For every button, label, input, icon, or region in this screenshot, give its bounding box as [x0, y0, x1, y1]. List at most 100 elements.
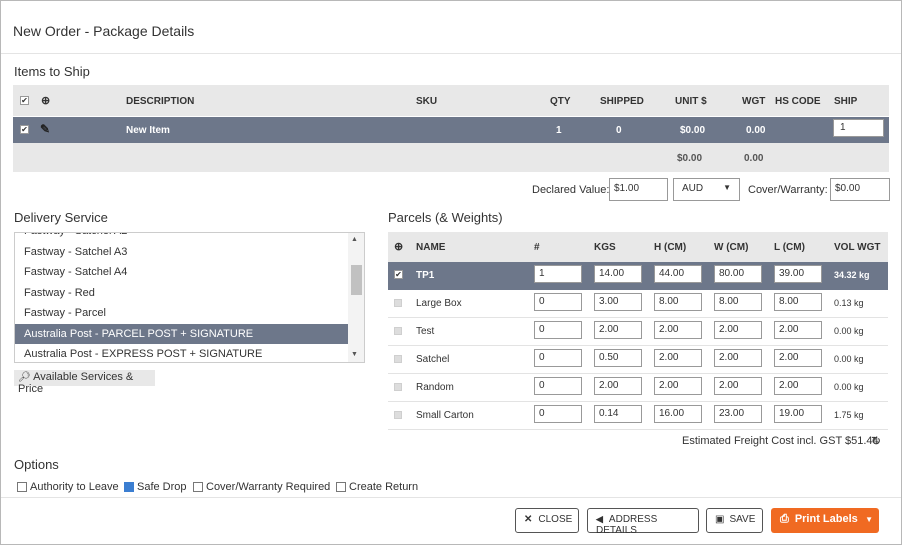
edit-pencil-icon[interactable]: ✎ — [40, 122, 50, 136]
service-list-scrollbar[interactable]: ▲ ▼ — [348, 233, 364, 362]
parcel-height-input[interactable]: 2.00 — [654, 321, 702, 339]
parcel-kgs-input[interactable]: 2.00 — [594, 377, 642, 395]
parcel-row[interactable]: Random 0 2.00 2.00 2.00 2.00 0.00 kg — [388, 374, 888, 402]
authority-to-leave-checkbox[interactable] — [17, 482, 27, 492]
print-labels-label: Print Labels — [794, 513, 858, 525]
parcel-row[interactable]: Test 0 2.00 2.00 2.00 2.00 0.00 kg — [388, 318, 888, 346]
service-option[interactable]: Fastway - Satchel A3 — [15, 242, 348, 262]
service-option-selected[interactable]: Australia Post - PARCEL POST + SIGNATURE — [15, 324, 348, 344]
delivery-section-title: Delivery Service — [14, 210, 108, 225]
parcel-height-input[interactable]: 16.00 — [654, 405, 702, 423]
cover-warranty-input[interactable]: $0.00 — [830, 178, 890, 201]
available-services-button[interactable]: 🔎︎ Available Services & Price — [14, 370, 155, 395]
parcel-checkbox[interactable] — [394, 355, 402, 363]
cover-warranty-required-checkbox[interactable] — [193, 482, 203, 492]
scroll-down-icon[interactable]: ▼ — [351, 351, 358, 358]
item-row[interactable]: ✔ ✎ New Item 1 0 $0.00 0.00 1 — [13, 117, 889, 143]
safe-drop-checkbox[interactable] — [124, 482, 134, 492]
parcel-length-input[interactable]: 2.00 — [774, 377, 822, 395]
parcel-kgs-input[interactable]: 14.00 — [594, 265, 642, 283]
parcel-checkbox[interactable] — [394, 411, 402, 419]
authority-to-leave-label: Authority to Leave — [30, 481, 119, 493]
address-details-label: ADDRESS DETAILS — [596, 514, 658, 536]
create-return-checkbox[interactable] — [336, 482, 346, 492]
parcel-length-input[interactable]: 2.00 — [774, 321, 822, 339]
declared-value-input[interactable]: $1.00 — [609, 178, 668, 201]
parcel-count-input[interactable]: 0 — [534, 321, 582, 339]
parcel-count-input[interactable]: 0 — [534, 377, 582, 395]
chevron-down-icon[interactable]: ▼ — [865, 515, 873, 524]
parcels-table-header: ⊕ NAME # KGS H (CM) W (CM) L (CM) VOL WG… — [388, 232, 888, 262]
parcel-row[interactable]: Large Box 0 3.00 8.00 8.00 8.00 0.13 kg — [388, 290, 888, 318]
parcel-vol-weight: 0.00 kg — [834, 382, 864, 392]
parcel-kgs-input[interactable]: 2.00 — [594, 321, 642, 339]
service-option[interactable]: Australia Post - EXPRESS POST + SIGNATUR… — [15, 344, 348, 362]
parcel-length-input[interactable]: 2.00 — [774, 349, 822, 367]
estimated-freight-cost: Estimated Freight Cost incl. GST $51.44 — [682, 435, 879, 447]
parcel-height-input[interactable]: 2.00 — [654, 377, 702, 395]
item-unit-price: $0.00 — [680, 125, 706, 136]
print-labels-button[interactable]: ⎙ Print Labels ▼ — [771, 508, 879, 533]
col-name: NAME — [416, 242, 446, 253]
add-item-icon[interactable]: ⊕ — [41, 94, 50, 107]
parcel-vol-weight: 0.00 kg — [834, 354, 864, 364]
address-details-button[interactable]: ◀ ADDRESS DETAILS — [587, 508, 699, 536]
close-button[interactable]: ✕ CLOSE — [515, 508, 579, 533]
scroll-thumb[interactable] — [351, 265, 362, 295]
parcel-kgs-input[interactable]: 3.00 — [594, 293, 642, 311]
printer-icon: ⎙ — [780, 513, 789, 525]
save-label: SAVE — [729, 514, 756, 525]
select-all-checkbox[interactable]: ✔ — [20, 96, 29, 105]
service-option[interactable]: Fastway - Parcel — [15, 303, 348, 323]
refresh-icon[interactable]: ↻ — [871, 434, 881, 448]
scroll-up-icon[interactable]: ▲ — [351, 236, 358, 243]
parcel-width-input[interactable]: 8.00 — [714, 293, 762, 311]
parcel-count-input[interactable]: 0 — [534, 405, 582, 423]
col-width: W (CM) — [714, 242, 749, 253]
parcel-vol-weight: 0.13 kg — [834, 298, 864, 308]
parcel-width-input[interactable]: 80.00 — [714, 265, 762, 283]
search-icon: 🔎︎ — [18, 372, 31, 383]
parcel-checkbox[interactable] — [394, 327, 402, 335]
parcel-name: Random — [416, 382, 454, 393]
parcel-row[interactable]: Small Carton 0 0.14 16.00 23.00 19.00 1.… — [388, 402, 888, 430]
delivery-service-list[interactable]: Fastway - Satchel A2 Fastway - Satchel A… — [14, 232, 365, 363]
service-option[interactable]: Fastway - Red — [15, 283, 348, 303]
col-count: # — [534, 242, 540, 253]
parcel-count-input[interactable]: 0 — [534, 349, 582, 367]
parcel-row[interactable]: Satchel 0 0.50 2.00 2.00 2.00 0.00 kg — [388, 346, 888, 374]
cover-warranty-label: Cover/Warranty: — [748, 184, 828, 196]
parcel-height-input[interactable]: 8.00 — [654, 293, 702, 311]
items-section-title: Items to Ship — [14, 64, 90, 79]
parcel-count-input[interactable]: 1 — [534, 265, 582, 283]
parcel-height-input[interactable]: 44.00 — [654, 265, 702, 283]
parcel-width-input[interactable]: 2.00 — [714, 321, 762, 339]
item-checkbox[interactable]: ✔ — [20, 125, 29, 134]
chevron-down-icon: ▼ — [723, 183, 731, 192]
options-section-title: Options — [14, 457, 59, 472]
parcel-width-input[interactable]: 2.00 — [714, 377, 762, 395]
parcel-checkbox[interactable] — [394, 383, 402, 391]
parcel-length-input[interactable]: 39.00 — [774, 265, 822, 283]
parcel-kgs-input[interactable]: 0.14 — [594, 405, 642, 423]
currency-select[interactable]: AUD ▼ — [673, 178, 740, 201]
item-description: New Item — [126, 125, 170, 136]
parcel-row-selected[interactable]: ✔ TP1 1 14.00 44.00 80.00 39.00 34.32 kg — [388, 262, 888, 290]
item-qty: 1 — [556, 125, 562, 136]
parcel-checkbox[interactable]: ✔ — [394, 270, 403, 279]
cover-warranty-required-label: Cover/Warranty Required — [206, 481, 331, 493]
parcel-length-input[interactable]: 8.00 — [774, 293, 822, 311]
parcel-height-input[interactable]: 2.00 — [654, 349, 702, 367]
parcel-width-input[interactable]: 2.00 — [714, 349, 762, 367]
add-parcel-icon[interactable]: ⊕ — [394, 240, 403, 253]
parcel-checkbox[interactable] — [394, 299, 402, 307]
parcel-count-input[interactable]: 0 — [534, 293, 582, 311]
parcel-width-input[interactable]: 23.00 — [714, 405, 762, 423]
service-option[interactable]: Fastway - Satchel A4 — [15, 262, 348, 282]
item-ship-qty-input[interactable]: 1 — [833, 119, 884, 137]
save-button[interactable]: ▣ SAVE — [706, 508, 763, 533]
service-option[interactable]: Fastway - Satchel A2 — [15, 233, 348, 241]
parcel-length-input[interactable]: 19.00 — [774, 405, 822, 423]
parcel-name: TP1 — [416, 270, 435, 281]
parcel-kgs-input[interactable]: 0.50 — [594, 349, 642, 367]
